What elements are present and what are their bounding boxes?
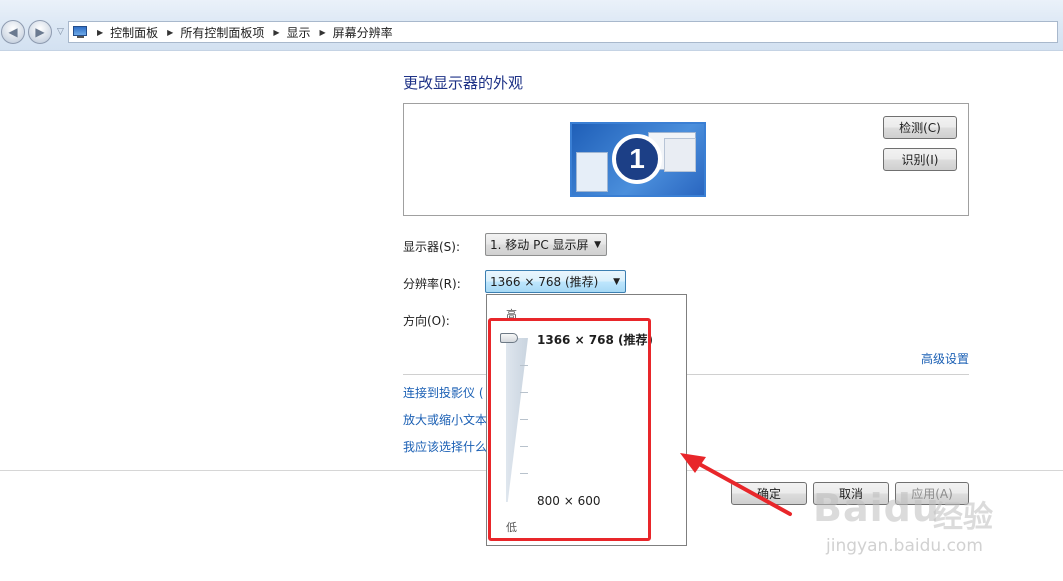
baidu-jingyan-watermark: 经验: [933, 500, 993, 535]
watermark-url: jingyan.baidu.com: [826, 536, 983, 556]
baidu-logo-watermark: Baidu: [813, 486, 940, 530]
